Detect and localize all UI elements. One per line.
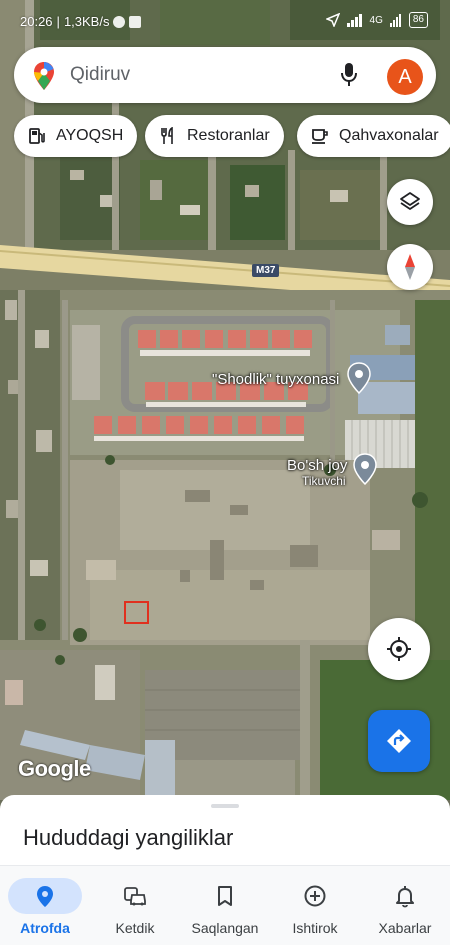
nav-label: Ishtirok <box>292 920 338 936</box>
location-arrow-icon <box>325 13 340 27</box>
layers-icon <box>400 192 420 210</box>
commute-icon <box>124 887 146 906</box>
sheet-title: Hududdagi yangiliklar <box>23 825 234 850</box>
chip-restaurants[interactable]: Restoranlar <box>145 115 284 157</box>
road-shield-m37: M37 <box>252 264 280 277</box>
my-location-button[interactable] <box>368 618 430 680</box>
network-type: 4G <box>369 14 383 26</box>
nav-label: Saqlangan <box>191 920 259 936</box>
bookmark-icon <box>218 886 232 906</box>
chip-label: AYOQSH <box>56 127 124 144</box>
place-label-shodlik[interactable]: "Shodlik" tuyxonasi <box>212 371 339 388</box>
location-pin-icon <box>37 886 53 907</box>
place-label-bosh-joy[interactable]: Bo'sh joy <box>287 457 347 474</box>
battery-icon: 86 <box>408 12 428 28</box>
google-logo: Google <box>18 756 91 781</box>
nav-tab-explore[interactable]: Atrofda <box>0 866 90 945</box>
compass-button[interactable] <box>387 244 433 290</box>
bell-icon <box>396 886 414 908</box>
nav-tab-contribute[interactable]: Ishtirok <box>270 866 360 945</box>
bottom-sheet[interactable]: Hududdagi yangiliklar <box>0 795 450 865</box>
gas-station-icon <box>29 128 45 144</box>
account-avatar[interactable]: A <box>387 59 423 95</box>
microphone-icon[interactable] <box>339 61 359 89</box>
directions-button[interactable] <box>368 710 430 772</box>
chip-gas-stations[interactable]: AYOQSH <box>14 115 138 157</box>
signal-icon <box>389 14 401 27</box>
place-pin-icon[interactable] <box>352 453 378 485</box>
bottom-navigation: Atrofda Ketdik Saqlangan Ishtirok Xabarl… <box>0 865 450 945</box>
place-category-label: Tikuvchi <box>302 474 346 488</box>
nav-tab-updates[interactable]: Xabarlar <box>360 866 450 945</box>
nav-tab-go[interactable]: Ketdik <box>90 866 180 945</box>
fork-knife-icon <box>161 127 173 144</box>
chip-label: Restoranlar <box>187 127 270 144</box>
directions-icon <box>387 729 411 753</box>
status-speed: 1,3KB/s <box>63 14 110 29</box>
search-input[interactable]: Qidiruv <box>70 64 130 86</box>
nav-label: Ketdik <box>115 920 155 936</box>
chip-cafes[interactable]: Qahvaxonalar <box>297 115 450 157</box>
search-bar[interactable]: Qidiruv A <box>14 47 436 103</box>
add-circle-icon <box>304 885 326 907</box>
notification-icon <box>113 15 126 28</box>
layers-button[interactable] <box>387 179 433 225</box>
status-time: 20:26 <box>20 14 53 29</box>
app-notification-icon <box>129 15 142 28</box>
nav-label: Xabarlar <box>378 920 432 936</box>
compass-icon <box>405 254 415 280</box>
chip-label: Qahvaxonalar <box>339 127 439 144</box>
place-pin-icon[interactable] <box>346 362 372 394</box>
google-maps-icon <box>34 62 54 90</box>
my-location-icon <box>387 637 411 661</box>
sheet-drag-handle[interactable] <box>211 804 239 808</box>
nav-label: Atrofda <box>20 920 70 936</box>
status-bar: 20:26 | 1,3KB/s 4G 86 <box>0 0 450 44</box>
nav-tab-saved[interactable]: Saqlangan <box>180 866 270 945</box>
coffee-cup-icon <box>312 129 328 144</box>
signal-icon <box>346 14 362 27</box>
